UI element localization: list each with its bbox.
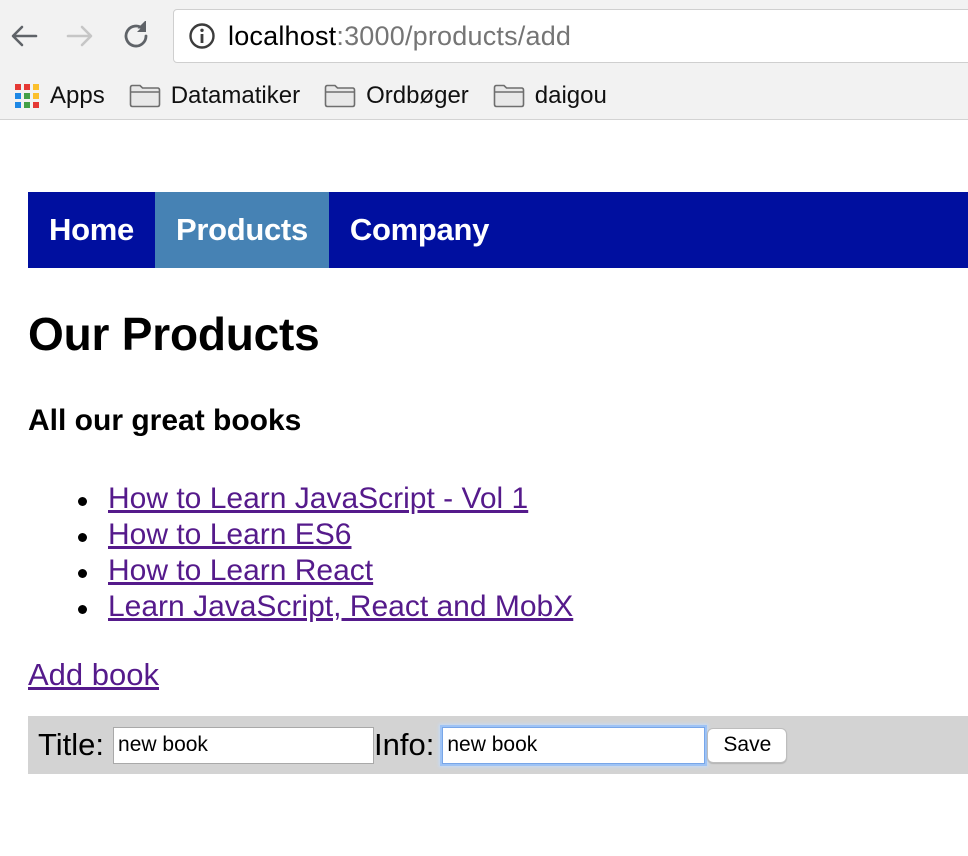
nav-company[interactable]: Company [329, 192, 510, 268]
section-subtitle: All our great books [28, 404, 302, 437]
bookmark-folder-datamatiker[interactable]: Datamatiker [129, 82, 300, 110]
list-item: Learn JavaScript, React and MobX [77, 589, 573, 625]
add-book-link[interactable]: Add book [28, 657, 159, 693]
list-item: How to Learn ES6 [77, 517, 573, 553]
back-arrow-icon[interactable] [4, 16, 44, 56]
url-text: localhost:3000/products/add [228, 21, 571, 52]
bookmark-label: Datamatiker [170, 81, 301, 109]
forward-arrow-icon[interactable] [60, 16, 100, 56]
book-link[interactable]: Learn JavaScript, React and MobX [108, 590, 573, 623]
save-button[interactable]: Save [707, 727, 788, 763]
apps-grid-icon [14, 83, 40, 109]
bookmark-apps[interactable]: Apps [14, 82, 105, 110]
info-label: Info: [374, 727, 435, 762]
info-input[interactable] [442, 726, 706, 764]
folder-icon [324, 84, 356, 108]
bookmark-label: Ordbøger [366, 81, 469, 109]
nav-home[interactable]: Home [28, 192, 155, 268]
title-input[interactable] [113, 726, 375, 764]
book-link[interactable]: How to Learn JavaScript - Vol 1 [108, 482, 528, 515]
url-path: :3000/products/add [336, 20, 572, 51]
main-navbar: Home Products Company [28, 192, 968, 268]
bookmark-label: daigou [534, 81, 607, 109]
reload-icon[interactable] [116, 16, 156, 56]
folder-icon [129, 84, 161, 108]
bookmarks-bar: Apps Datamatiker Ordbøger daigou [0, 72, 968, 120]
nav-products[interactable]: Products [154, 192, 329, 268]
book-link[interactable]: How to Learn React [108, 554, 373, 587]
address-bar[interactable]: localhost:3000/products/add [173, 9, 968, 63]
folder-icon [493, 84, 525, 108]
info-icon[interactable] [188, 22, 216, 50]
list-item: How to Learn JavaScript - Vol 1 [77, 481, 573, 517]
browser-toolbar: localhost:3000/products/add [0, 0, 968, 72]
bookmark-label: Apps [50, 81, 105, 109]
book-link[interactable]: How to Learn ES6 [108, 518, 351, 551]
list-item: How to Learn React [77, 553, 573, 589]
book-list: How to Learn JavaScript - Vol 1 How to L… [77, 481, 573, 625]
bookmark-folder-ordboger[interactable]: Ordbøger [324, 82, 469, 110]
title-label: Title: [38, 727, 105, 762]
url-host: localhost [228, 20, 337, 51]
bookmark-folder-daigou[interactable]: daigou [493, 82, 607, 110]
add-book-form: Title: Info: Save [28, 716, 968, 774]
page-title: Our Products [28, 308, 320, 360]
